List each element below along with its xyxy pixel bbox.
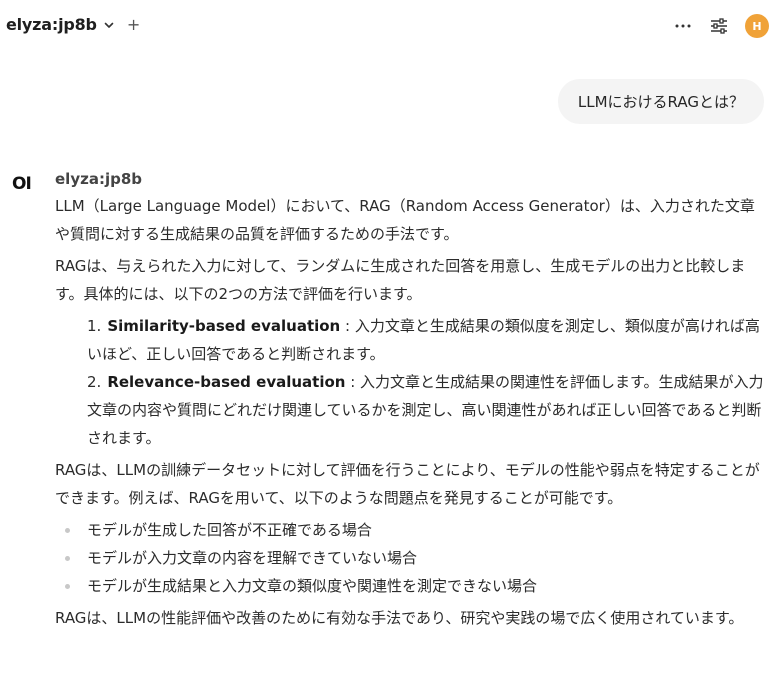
bullet-list-item: モデルが生成結果と入力文章の類似度や関連性を測定できない場合: [61, 572, 767, 600]
response-paragraph: RAGは、LLMの性能評価や改善のために有効な手法であり、研究や実践の場で広く使…: [55, 609, 744, 627]
settings-sliders-icon[interactable]: [709, 16, 729, 36]
item-title: Relevance-based evaluation: [107, 373, 346, 391]
assistant-model-name: elyza:jp8b: [55, 170, 142, 188]
model-selector[interactable]: elyza:jp8b +: [6, 15, 140, 34]
bullet-list-item: モデルが生成した回答が不正確である場合: [61, 516, 767, 544]
more-options-icon[interactable]: [673, 16, 693, 36]
top-bar: elyza:jp8b + H: [0, 0, 781, 54]
chevron-down-icon[interactable]: [103, 19, 115, 31]
ordered-list-item: 2. Relevance-based evaluation : 入力文章と生成結果…: [87, 373, 764, 447]
ordered-list-item: 1. Similarity-based evaluation : 入力文章と生成結…: [87, 317, 760, 363]
item-title: Similarity-based evaluation: [107, 317, 341, 335]
response-paragraph: LLM（Large Language Model）において、RAG（Random…: [55, 197, 755, 243]
response-paragraph: RAGは、LLMの訓練データセットに対して評価を行うことにより、モデルの性能や弱…: [55, 461, 760, 507]
bullet-list-item: モデルが入力文章の内容を理解できていない場合: [61, 544, 767, 572]
ordered-list: 1. Similarity-based evaluation : 入力文章と生成結…: [87, 312, 767, 452]
response-paragraph: RAGは、与えられた入力に対して、ランダムに生成された回答を用意し、生成モデルの…: [55, 257, 746, 303]
assistant-response: LLM（Large Language Model）において、RAG（Random…: [55, 192, 767, 636]
model-name[interactable]: elyza:jp8b: [6, 15, 97, 34]
user-message-bubble: LLMにおけるRAGとは？: [557, 79, 764, 124]
assistant-logo: OI: [12, 174, 32, 194]
bullet-list: モデルが生成した回答が不正確である場合 モデルが入力文章の内容を理解できていない…: [61, 516, 767, 600]
add-model-button[interactable]: +: [127, 16, 140, 33]
user-avatar[interactable]: H: [745, 14, 769, 38]
